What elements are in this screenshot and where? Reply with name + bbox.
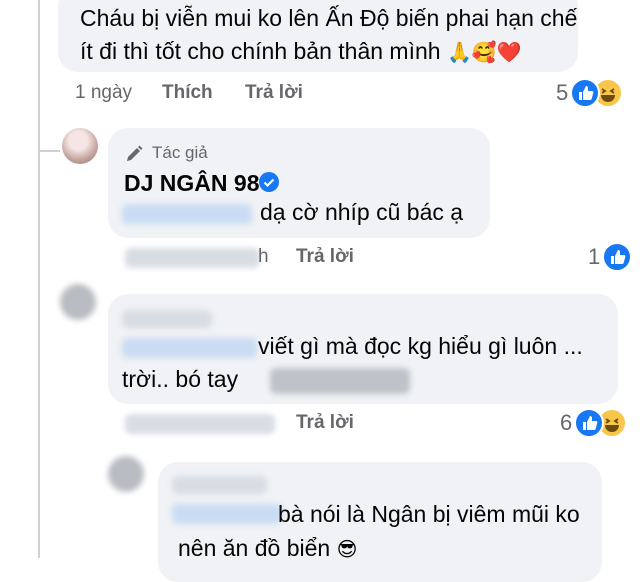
commenter-name-blurred[interactable] xyxy=(172,476,267,494)
author-name[interactable]: DJ NGÂN 98 xyxy=(124,170,259,197)
mentioned-user[interactable] xyxy=(122,204,252,224)
like-reaction-icon xyxy=(574,408,605,438)
comment-text-line1: viết gì mà đọc kg hiểu gì luôn ... xyxy=(258,333,583,359)
comment-text-line2: ít đi thì tốt cho chính bản thân mình 🙏🥰… xyxy=(80,38,522,64)
comment-text-line2: nên ăn đồ biển 😎 xyxy=(178,535,358,561)
reply-link[interactable]: Trả lời xyxy=(245,82,303,104)
verified-badge-icon xyxy=(258,171,280,198)
comment-text-line2: trời.. bó tay xyxy=(122,366,239,392)
comment-3-actions: Trả lời 6 xyxy=(0,408,640,440)
comment-bubble-3: viết gì mà đọc kg hiểu gì luôn ... trời.… xyxy=(108,294,618,404)
mentioned-user[interactable] xyxy=(122,338,257,358)
comment-timestamp: 1 ngày xyxy=(75,82,133,103)
comment-text: dạ cờ nhíp cũ bác ạ xyxy=(260,199,464,225)
timestamp-blurred xyxy=(125,414,275,434)
author-badge: Tác giả xyxy=(152,143,208,162)
comment-2-actions: h Trả lời 1 xyxy=(0,242,640,274)
commenter-avatar[interactable] xyxy=(60,284,96,320)
comment-1-actions: 1 ngày Thích Trả lời 5 xyxy=(0,78,640,110)
reaction-summary[interactable]: 6 xyxy=(560,408,628,438)
comment-text-line1: Cháu bị viễn mui ko lên Ấn Độ biến phai … xyxy=(80,5,578,31)
reply-link[interactable]: Trả lời xyxy=(296,412,354,434)
emoji-group: 🙏🥰❤️ xyxy=(446,42,522,64)
thread-branch xyxy=(38,150,60,152)
like-reaction-icon xyxy=(570,78,601,108)
commenter-name-blurred[interactable] xyxy=(122,310,212,328)
commenter-avatar[interactable] xyxy=(108,456,144,492)
reaction-summary[interactable]: 1 xyxy=(588,242,633,272)
like-link[interactable]: Thích xyxy=(162,82,213,104)
reaction-count: 1 xyxy=(588,244,601,269)
comment-bubble-2: Tác giả DJ NGÂN 98 dạ cờ nhíp cũ bác ạ xyxy=(108,128,490,238)
author-avatar[interactable] xyxy=(62,128,98,164)
pen-icon xyxy=(124,144,144,169)
comment-timestamp: h xyxy=(258,246,269,267)
timestamp-blurred xyxy=(125,248,260,268)
comment-bubble-1: Cháu bị viễn mui ko lên Ấn Độ biến phai … xyxy=(58,0,578,72)
comment-text-line1: bà nói là Ngân bị viêm mũi ko xyxy=(278,501,580,527)
blurred-content xyxy=(270,368,410,394)
comment-bubble-4: bà nói là Ngân bị viêm mũi ko nên ăn đồ … xyxy=(158,462,602,582)
like-reaction-icon xyxy=(602,242,633,272)
reaction-summary[interactable]: 5 xyxy=(556,78,624,108)
reaction-count: 5 xyxy=(556,80,569,105)
reaction-count: 6 xyxy=(560,410,573,435)
reply-link[interactable]: Trả lời xyxy=(296,246,354,268)
mentioned-user[interactable] xyxy=(172,504,282,524)
